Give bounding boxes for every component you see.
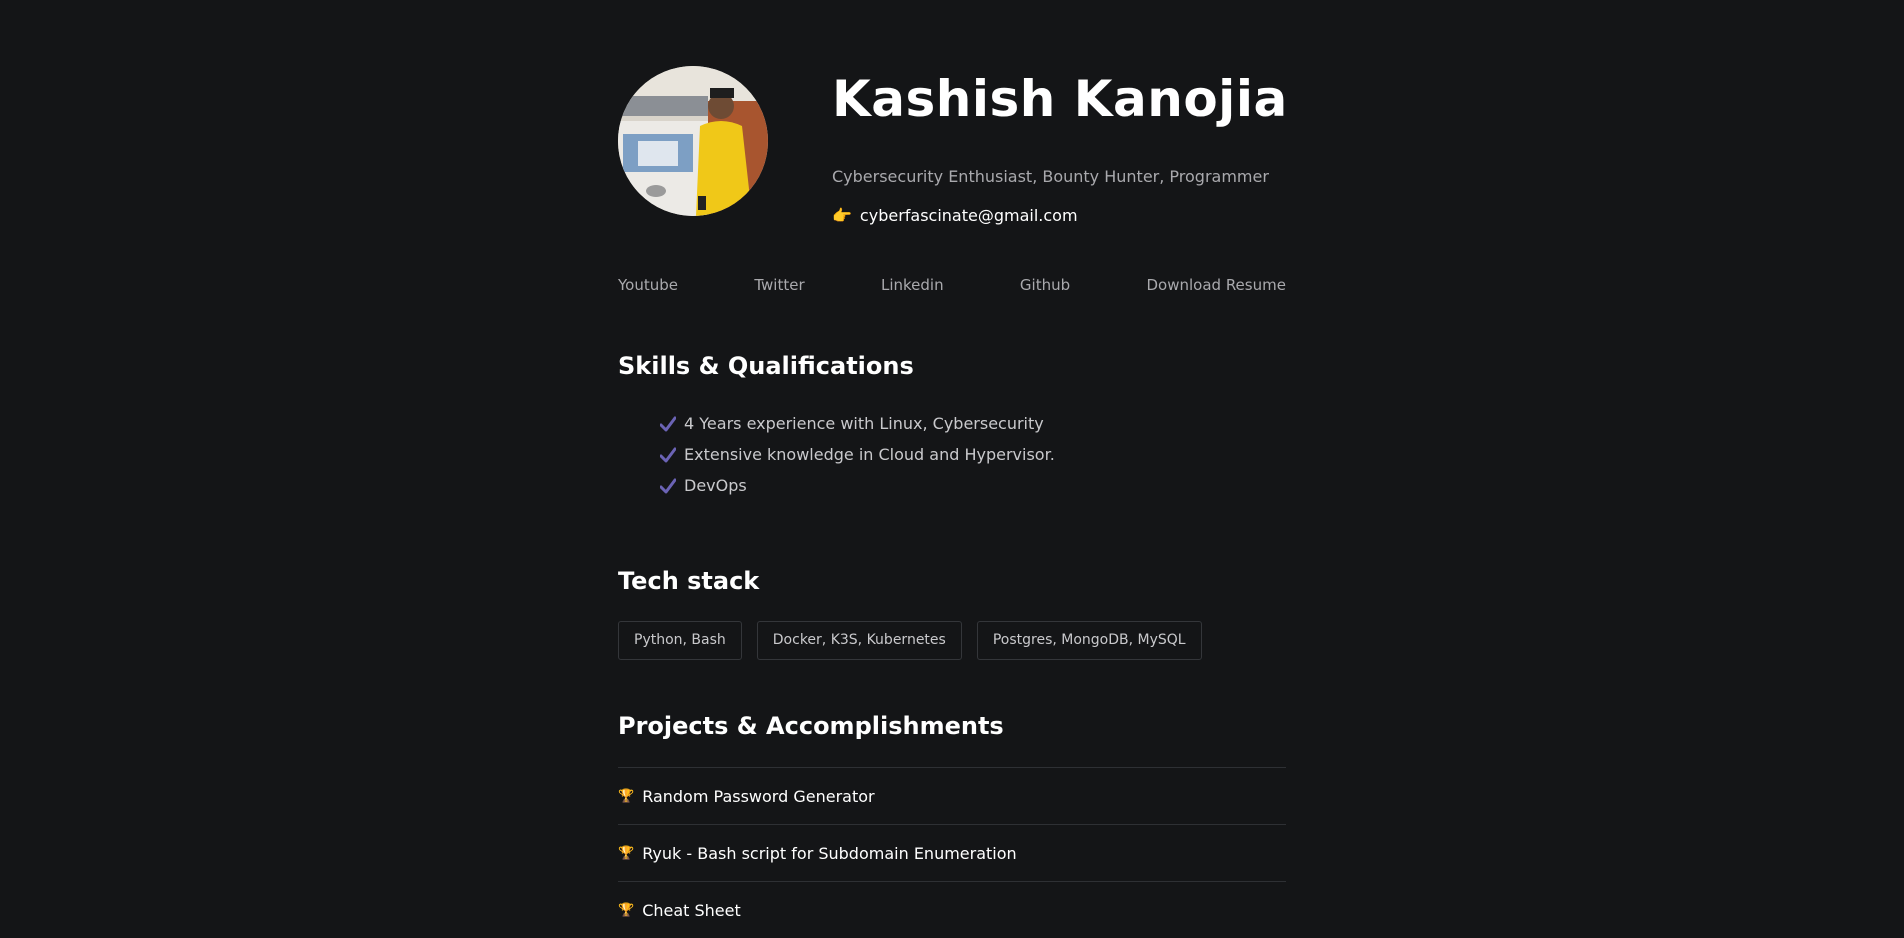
nav-link-linkedin[interactable]: Linkedin [881, 276, 944, 294]
skill-item: Extensive knowledge in Cloud and Hypervi… [660, 439, 1055, 470]
project-item[interactable]: 🏆 Random Password Generator [618, 767, 1286, 824]
skill-item: DevOps [660, 470, 1055, 501]
tech-tag: Python, Bash [618, 621, 742, 660]
project-label: Cheat Sheet [642, 900, 741, 920]
tech-tag: Postgres, MongoDB, MySQL [976, 621, 1202, 660]
email-link[interactable]: cyberfascinate@gmail.com [860, 206, 1078, 225]
skills-list: 4 Years experience with Linux, Cybersecu… [660, 408, 1055, 501]
profile-name: Kashish Kanojia [832, 70, 1288, 128]
profile-header: Kashish Kanojia Cybersecurity Enthusiast… [618, 0, 1288, 240]
tech-tag: Docker, K3S, Kubernetes [756, 621, 962, 660]
project-item[interactable]: 🏆 Ryuk - Bash script for Subdomain Enume… [618, 824, 1286, 881]
project-label: Ryuk - Bash script for Subdomain Enumera… [642, 843, 1017, 863]
trophy-icon: 🏆 [618, 902, 635, 918]
profile-photo [618, 66, 768, 216]
skill-label: DevOps [684, 476, 747, 495]
email-row: 👉 cyberfascinate@gmail.com [832, 206, 1078, 225]
profile-tagline: Cybersecurity Enthusiast, Bounty Hunter,… [832, 167, 1269, 186]
skill-item: 4 Years experience with Linux, Cybersecu… [660, 408, 1055, 439]
projects-list: 🏆 Random Password Generator 🏆 Ryuk - Bas… [618, 767, 1286, 938]
nav-link-youtube[interactable]: Youtube [618, 276, 678, 294]
nav-link-twitter[interactable]: Twitter [754, 276, 804, 294]
trophy-icon: 🏆 [618, 845, 635, 861]
check-icon [660, 447, 676, 462]
pointing-hand-icon: 👉 [832, 206, 852, 225]
nav-link-github[interactable]: Github [1020, 276, 1070, 294]
skill-label: Extensive knowledge in Cloud and Hypervi… [684, 445, 1055, 464]
trophy-icon: 🏆 [618, 788, 635, 804]
project-label: Random Password Generator [642, 786, 875, 806]
projects-heading: Projects & Accomplishments [618, 712, 1004, 740]
social-nav: Youtube Twitter Linkedin Github Download… [618, 276, 1286, 294]
avatar [618, 66, 768, 216]
skill-label: 4 Years experience with Linux, Cybersecu… [684, 414, 1044, 433]
tech-tags: Python, Bash Docker, K3S, Kubernetes Pos… [618, 621, 1202, 660]
skills-heading: Skills & Qualifications [618, 352, 914, 380]
check-icon [660, 416, 676, 431]
project-item[interactable]: 🏆 Cheat Sheet [618, 881, 1286, 938]
nav-link-download-resume[interactable]: Download Resume [1146, 276, 1285, 294]
check-icon [660, 478, 676, 493]
resume-page: Kashish Kanojia Cybersecurity Enthusiast… [618, 0, 1288, 920]
tech-stack-heading: Tech stack [618, 567, 760, 595]
